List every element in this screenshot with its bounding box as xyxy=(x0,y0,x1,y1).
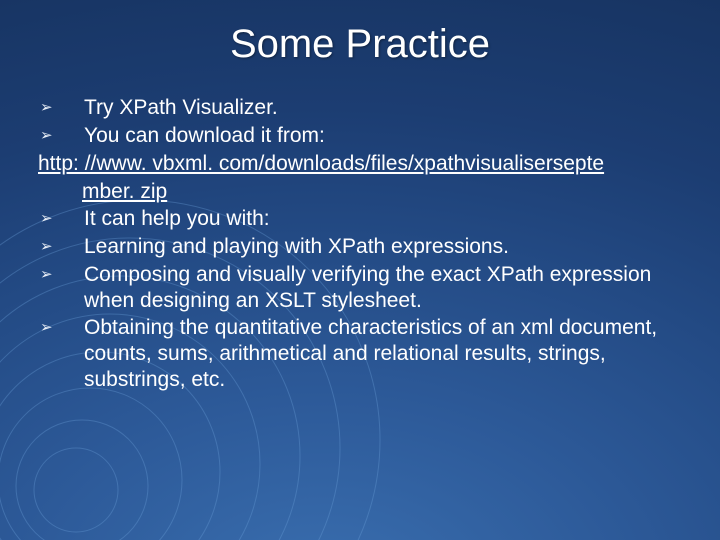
download-link[interactable]: http: //www. vbxml. com/downloads/files/… xyxy=(38,151,682,177)
bullet-icon: ➢ xyxy=(38,234,84,260)
list-item: ➢ Composing and visually verifying the e… xyxy=(38,262,682,313)
list-item-text: Composing and visually verifying the exa… xyxy=(84,262,682,313)
link-text-line2: mber. zip xyxy=(82,180,167,203)
download-link-continuation[interactable]: mber. zip xyxy=(38,179,682,205)
list-item: ➢ It can help you with: xyxy=(38,206,682,232)
list-item-text: Obtaining the quantitative characteristi… xyxy=(84,315,682,392)
list-item-text: Try XPath Visualizer. xyxy=(84,95,682,121)
list-item: ➢ You can download it from: xyxy=(38,123,682,149)
slide: Some Practice ➢ Try XPath Visualizer. ➢ … xyxy=(0,0,720,540)
bullet-icon: ➢ xyxy=(38,262,84,288)
bullet-icon: ➢ xyxy=(38,206,84,232)
list-item-text: It can help you with: xyxy=(84,206,682,232)
slide-body: ➢ Try XPath Visualizer. ➢ You can downlo… xyxy=(0,77,720,392)
list-item: ➢ Obtaining the quantitative characteris… xyxy=(38,315,682,392)
bullet-icon: ➢ xyxy=(38,123,84,149)
bullet-icon: ➢ xyxy=(38,315,84,341)
bullet-icon: ➢ xyxy=(38,95,84,121)
slide-title: Some Practice xyxy=(0,0,720,77)
list-item-text: You can download it from: xyxy=(84,123,682,149)
list-item: ➢ Try XPath Visualizer. xyxy=(38,95,682,121)
list-item: ➢ Learning and playing with XPath expres… xyxy=(38,234,682,260)
list-item-text: Learning and playing with XPath expressi… xyxy=(84,234,682,260)
link-text-line1: http: //www. vbxml. com/downloads/files/… xyxy=(38,152,604,175)
